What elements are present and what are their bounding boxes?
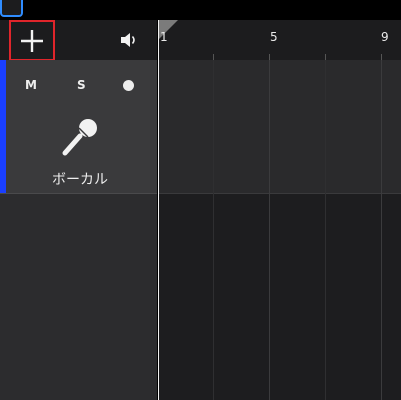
playhead-line[interactable] (158, 20, 159, 400)
solo-button[interactable]: S (77, 78, 86, 92)
ruler-label-bar-1: 1 (160, 30, 168, 44)
beat-gridline (325, 60, 326, 400)
add-track-button[interactable] (9, 20, 55, 61)
plus-icon (21, 29, 43, 52)
track-color-strip (0, 60, 6, 193)
timeline-area[interactable] (158, 60, 401, 400)
ruler-label-bar-5: 5 (270, 30, 278, 44)
top-strip (0, 0, 401, 20)
ruler-label-bar-9: 9 (381, 30, 389, 44)
bar-gridline (381, 60, 382, 400)
top-tab[interactable] (0, 0, 23, 17)
track-name: ボーカル (52, 172, 108, 188)
beat-gridline (213, 60, 214, 400)
mute-button[interactable]: M (25, 78, 37, 92)
speaker-icon[interactable] (120, 32, 138, 48)
timeline-ruler[interactable]: 1 5 9 (158, 20, 401, 60)
record-enable-button[interactable] (123, 80, 134, 91)
bar-gridline (269, 60, 270, 400)
empty-track-area (0, 194, 157, 400)
vocal-track-lane[interactable] (158, 60, 401, 193)
lane-divider (158, 193, 401, 194)
microphone-icon (62, 119, 97, 156)
